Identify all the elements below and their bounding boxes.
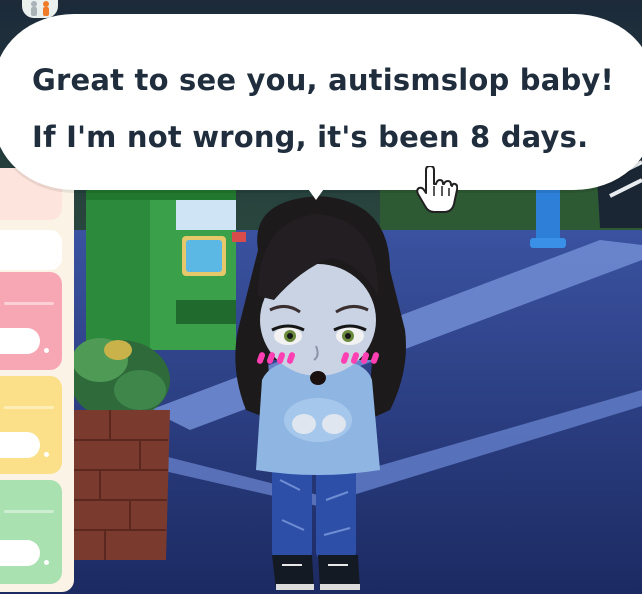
tab-cloud-icon (0, 328, 40, 354)
speech-bubble-tail (306, 186, 326, 200)
sidebar-tab-pink[interactable] (0, 272, 62, 370)
sidebar-panel (0, 168, 74, 592)
character-hand-left (292, 414, 316, 434)
tab-cloud-icon (0, 540, 40, 566)
character-leg-left (272, 460, 312, 560)
vending-machine (86, 190, 246, 350)
dialogue-line-2: If I'm not wrong, it's been 8 days. (32, 120, 589, 154)
sidebar-tab-yellow[interactable] (0, 376, 62, 474)
dialogue-line-1: Great to see you, autismslop baby! (32, 63, 614, 97)
pointing-hand-icon (416, 166, 458, 213)
tab-cloud-icon (0, 432, 40, 458)
character-leg-right (316, 460, 356, 560)
sidebar-tab-green[interactable] (0, 480, 62, 584)
sidebar-tab-white[interactable] (0, 230, 62, 270)
brick-planter (74, 410, 170, 560)
dialogue-text: Great to see you, autismslop baby! If I'… (32, 52, 632, 166)
people-icon[interactable] (22, 0, 58, 18)
character-hand-right (322, 414, 346, 434)
character-mouth (310, 371, 326, 385)
